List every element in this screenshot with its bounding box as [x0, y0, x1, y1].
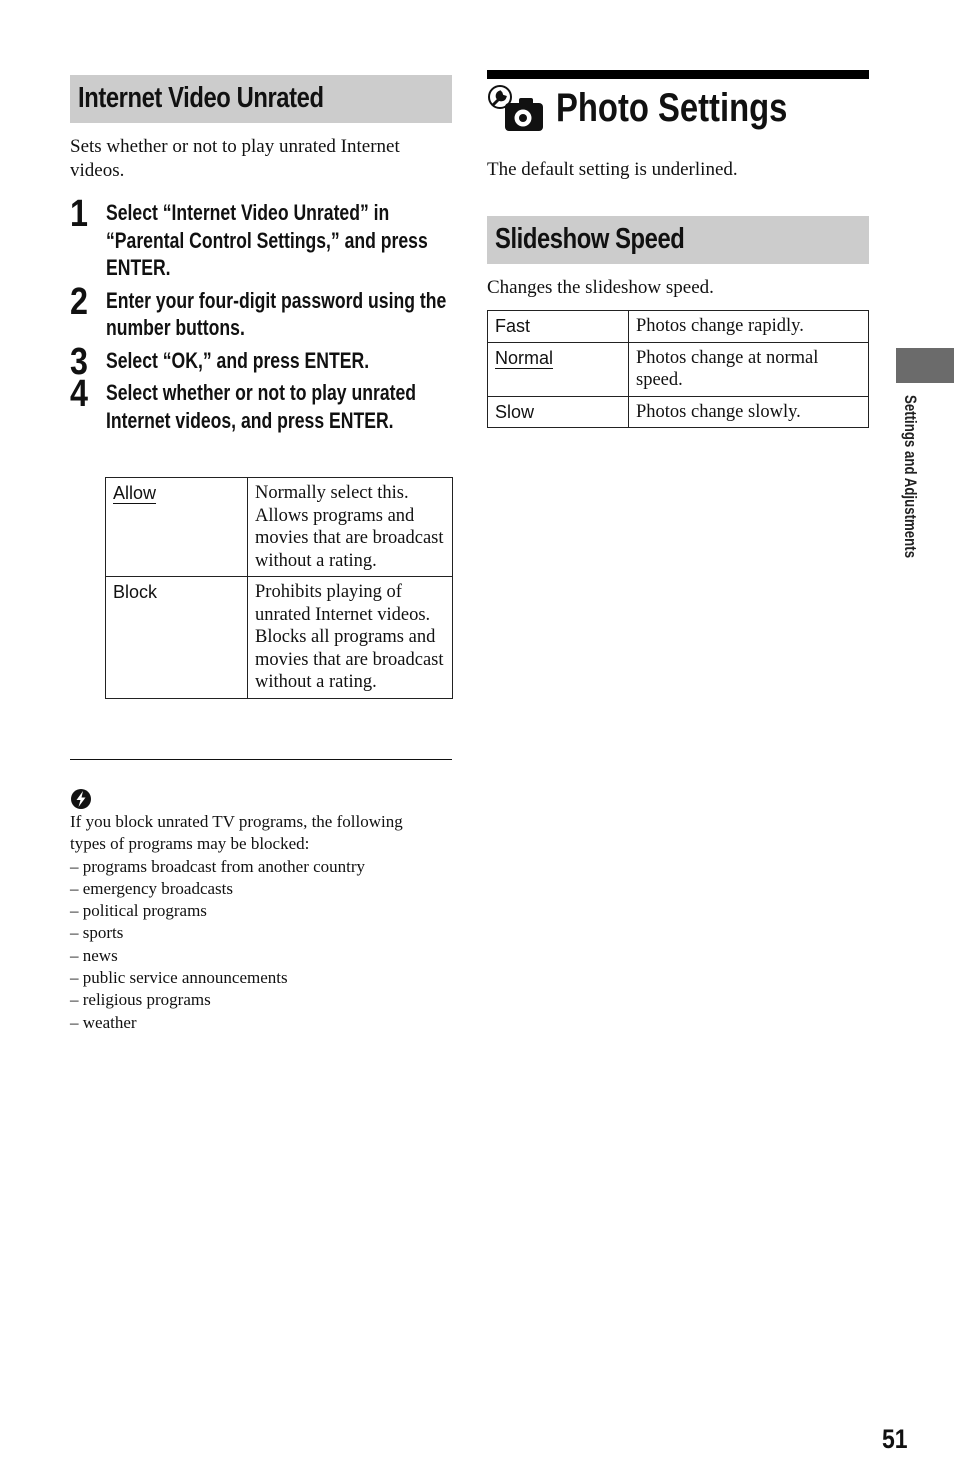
option-description: Prohibits playing of unrated Internet vi… [247, 576, 453, 699]
option-key: Fast [495, 316, 531, 336]
hint-lightning-icon [71, 789, 91, 809]
note-list-item: – emergency broadcasts [70, 878, 234, 898]
chapter-label: Settings and Adjustments [901, 395, 920, 559]
option-key: Slow [495, 401, 535, 422]
options-table-slideshow: Fast Photos change rapidly. Normal Photo… [487, 310, 869, 428]
title-rule [487, 70, 869, 79]
note-list-item: – religious programs [70, 990, 211, 1010]
step-text: Select whether or not to play unrated In… [106, 380, 417, 433]
photo-settings-icon [488, 85, 543, 131]
table-row: Allow Normally select this. Allows progr… [105, 477, 453, 577]
option-description: Photos change rapidly. [628, 310, 869, 343]
note-line: types of programs may be blocked: [70, 834, 310, 854]
note-list-item: – programs broadcast from another countr… [70, 856, 366, 876]
options-table-unrated: Allow Normally select this. Allows progr… [105, 477, 453, 699]
section-intro: Changes the slideshow speed. [487, 277, 714, 298]
step-text: Select “Internet Video Unrated” in “Pare… [106, 200, 428, 280]
section-header-internet-video-unrated: Internet Video Unrated [70, 75, 452, 123]
note-list-item: – sports [70, 923, 124, 943]
section-intro: Sets whether or not to play unrated Inte… [70, 136, 400, 181]
option-key: Block [113, 582, 158, 602]
table-row: Block Prohibits playing of unrated Inter… [105, 576, 453, 699]
step-3: 3 Select “OK,” and press ENTER. [70, 341, 452, 383]
option-description: Normally select this. Allows programs an… [247, 477, 453, 577]
table-row: Normal Photos change at normal speed. [487, 341, 869, 397]
step-number: 1 [70, 193, 88, 235]
step-number: 2 [70, 280, 88, 323]
page-title-block: Photo Settings [487, 83, 869, 141]
table-row: Fast Photos change rapidly. [487, 310, 869, 343]
step-number: 4 [70, 373, 88, 415]
note-list-item: – weather [70, 1012, 137, 1032]
step-4: 4 Select whether or not to play unrated … [70, 373, 452, 434]
option-key-default: Allow [113, 483, 157, 503]
table-row: Slow Photos change slowly. [487, 395, 869, 428]
note-list-item: – public service announcements [70, 968, 288, 988]
section-header-slideshow-speed: Slideshow Speed [487, 216, 869, 264]
left-column: Internet Video Unrated Sets whether or n… [70, 75, 453, 1032]
step-text: Select “OK,” and press ENTER. [106, 347, 370, 373]
page-number: 51 [882, 1424, 908, 1454]
page-title: Photo Settings [556, 86, 788, 130]
step-2: 2 Enter your four-digit password using t… [70, 281, 452, 342]
option-key-default: Normal [495, 347, 554, 368]
section-title: Slideshow Speed [495, 223, 685, 255]
section-title: Internet Video Unrated [78, 82, 324, 114]
chapter-tab [896, 348, 954, 383]
divider [70, 759, 452, 760]
option-description: Photos change at normal speed. [628, 341, 869, 397]
note-list-item: – political programs [70, 901, 207, 921]
step-1: 1 Select “Internet Video Unrated” in “Pa… [70, 193, 452, 282]
right-column: Photo Settings The default setting is un… [487, 70, 869, 428]
step-text: Enter your four-digit password using the… [106, 287, 447, 341]
hint-note: If you block unrated TV programs, the fo… [70, 811, 452, 1034]
note-line: If you block unrated TV programs, the fo… [70, 812, 403, 831]
steps-list: 1 Select “Internet Video Unrated” in “Pa… [70, 193, 452, 434]
option-description: Photos change slowly. [628, 395, 869, 428]
note-list-item: – news [70, 945, 118, 965]
default-setting-note: The default setting is underlined. [487, 159, 738, 180]
